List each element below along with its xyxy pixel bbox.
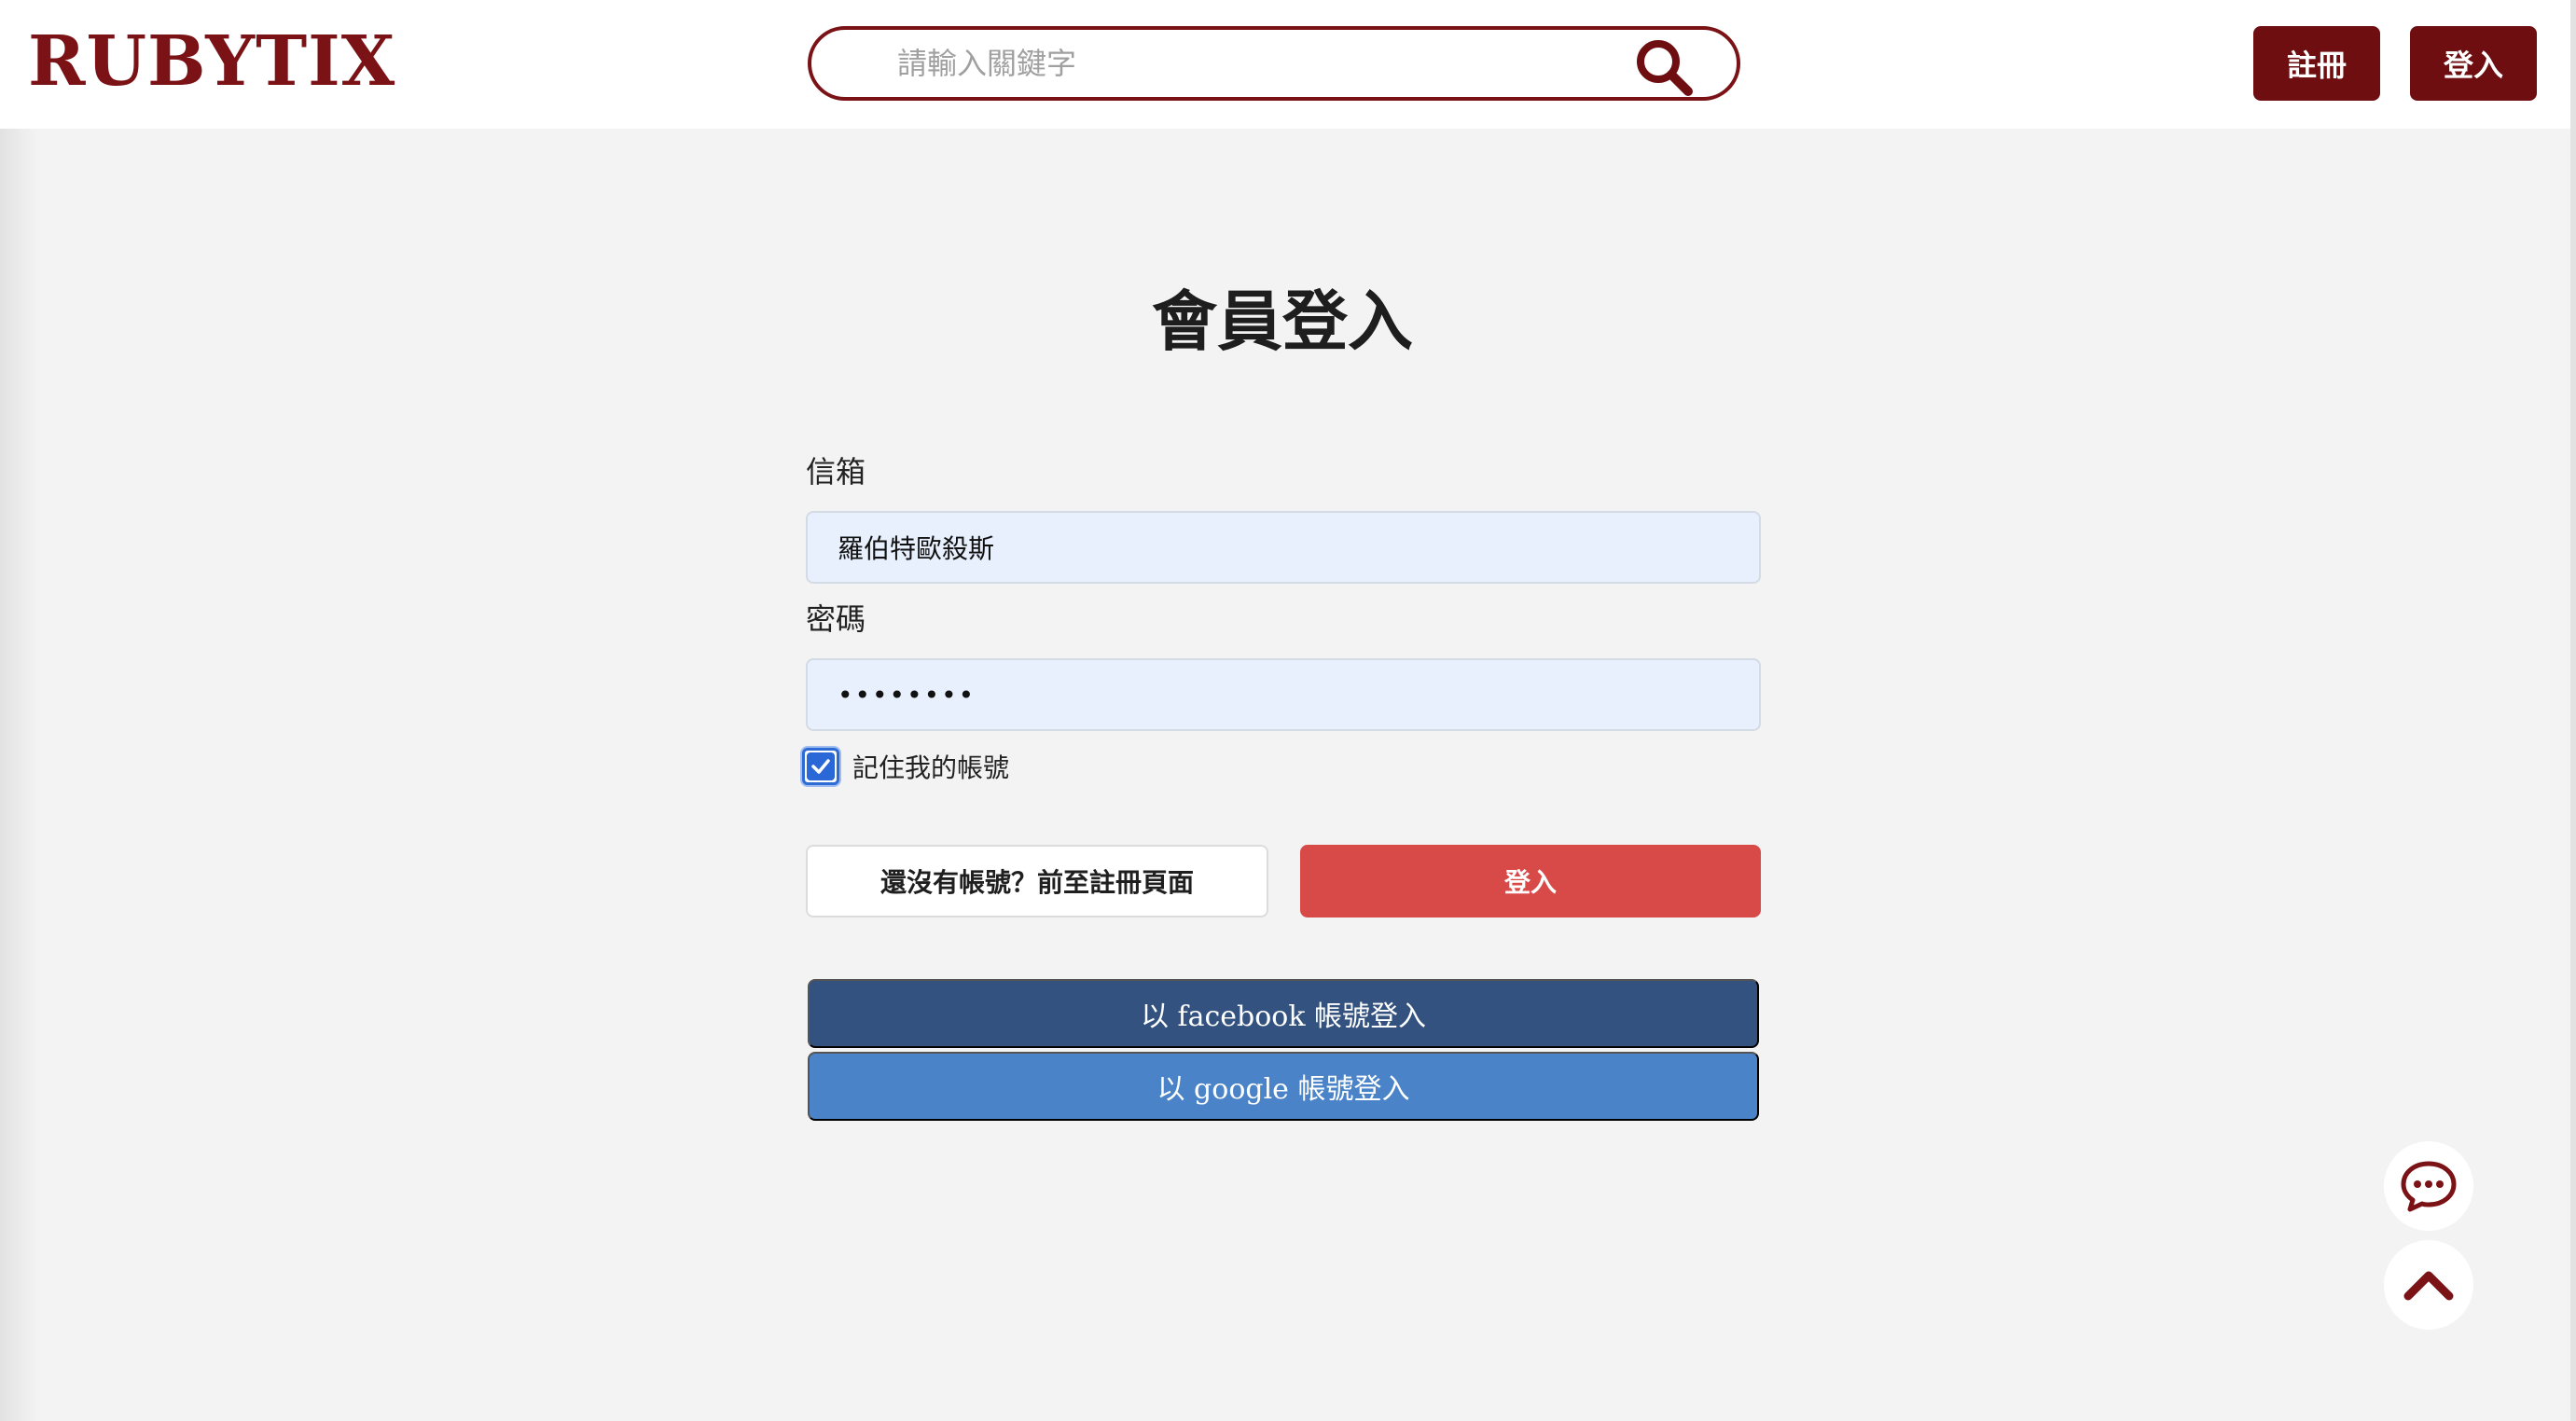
email-label: 信箱 [806,454,866,490]
search-icon[interactable] [1632,35,1696,99]
password-field[interactable] [806,658,1761,731]
checkmark-icon [807,752,835,780]
password-label: 密碼 [806,601,866,637]
chat-button[interactable] [2384,1141,2473,1231]
header-login-button[interactable]: 登入 [2410,26,2537,101]
login-submit-button[interactable]: 登入 [1300,845,1761,917]
facebook-login-button[interactable]: 以 facebook 帳號登入 [808,979,1759,1048]
remember-checkbox[interactable] [802,748,839,785]
chat-bubble-icon [2401,1161,2457,1212]
goto-register-button[interactable]: 還沒有帳號？前至註冊頁面 [806,845,1268,917]
chevron-up-icon [2403,1271,2454,1301]
google-login-button[interactable]: 以 google 帳號登入 [808,1052,1759,1121]
search-input[interactable] [895,39,1623,88]
remember-me[interactable]: 記住我的帳號 [802,746,1009,787]
back-to-top-button[interactable] [2384,1240,2473,1330]
scrollbar-edge [2570,0,2576,1421]
page-title: 會員登入 [1152,283,1413,360]
header-register-button[interactable]: 註冊 [2253,26,2380,101]
search-bar[interactable] [808,26,1740,101]
top-header: RUBYTIX 註冊 登入 [0,0,2576,129]
remember-label: 記住我的帳號 [852,752,1010,783]
site-logo[interactable]: RUBYTIX [28,17,395,106]
email-field[interactable] [806,511,1761,584]
